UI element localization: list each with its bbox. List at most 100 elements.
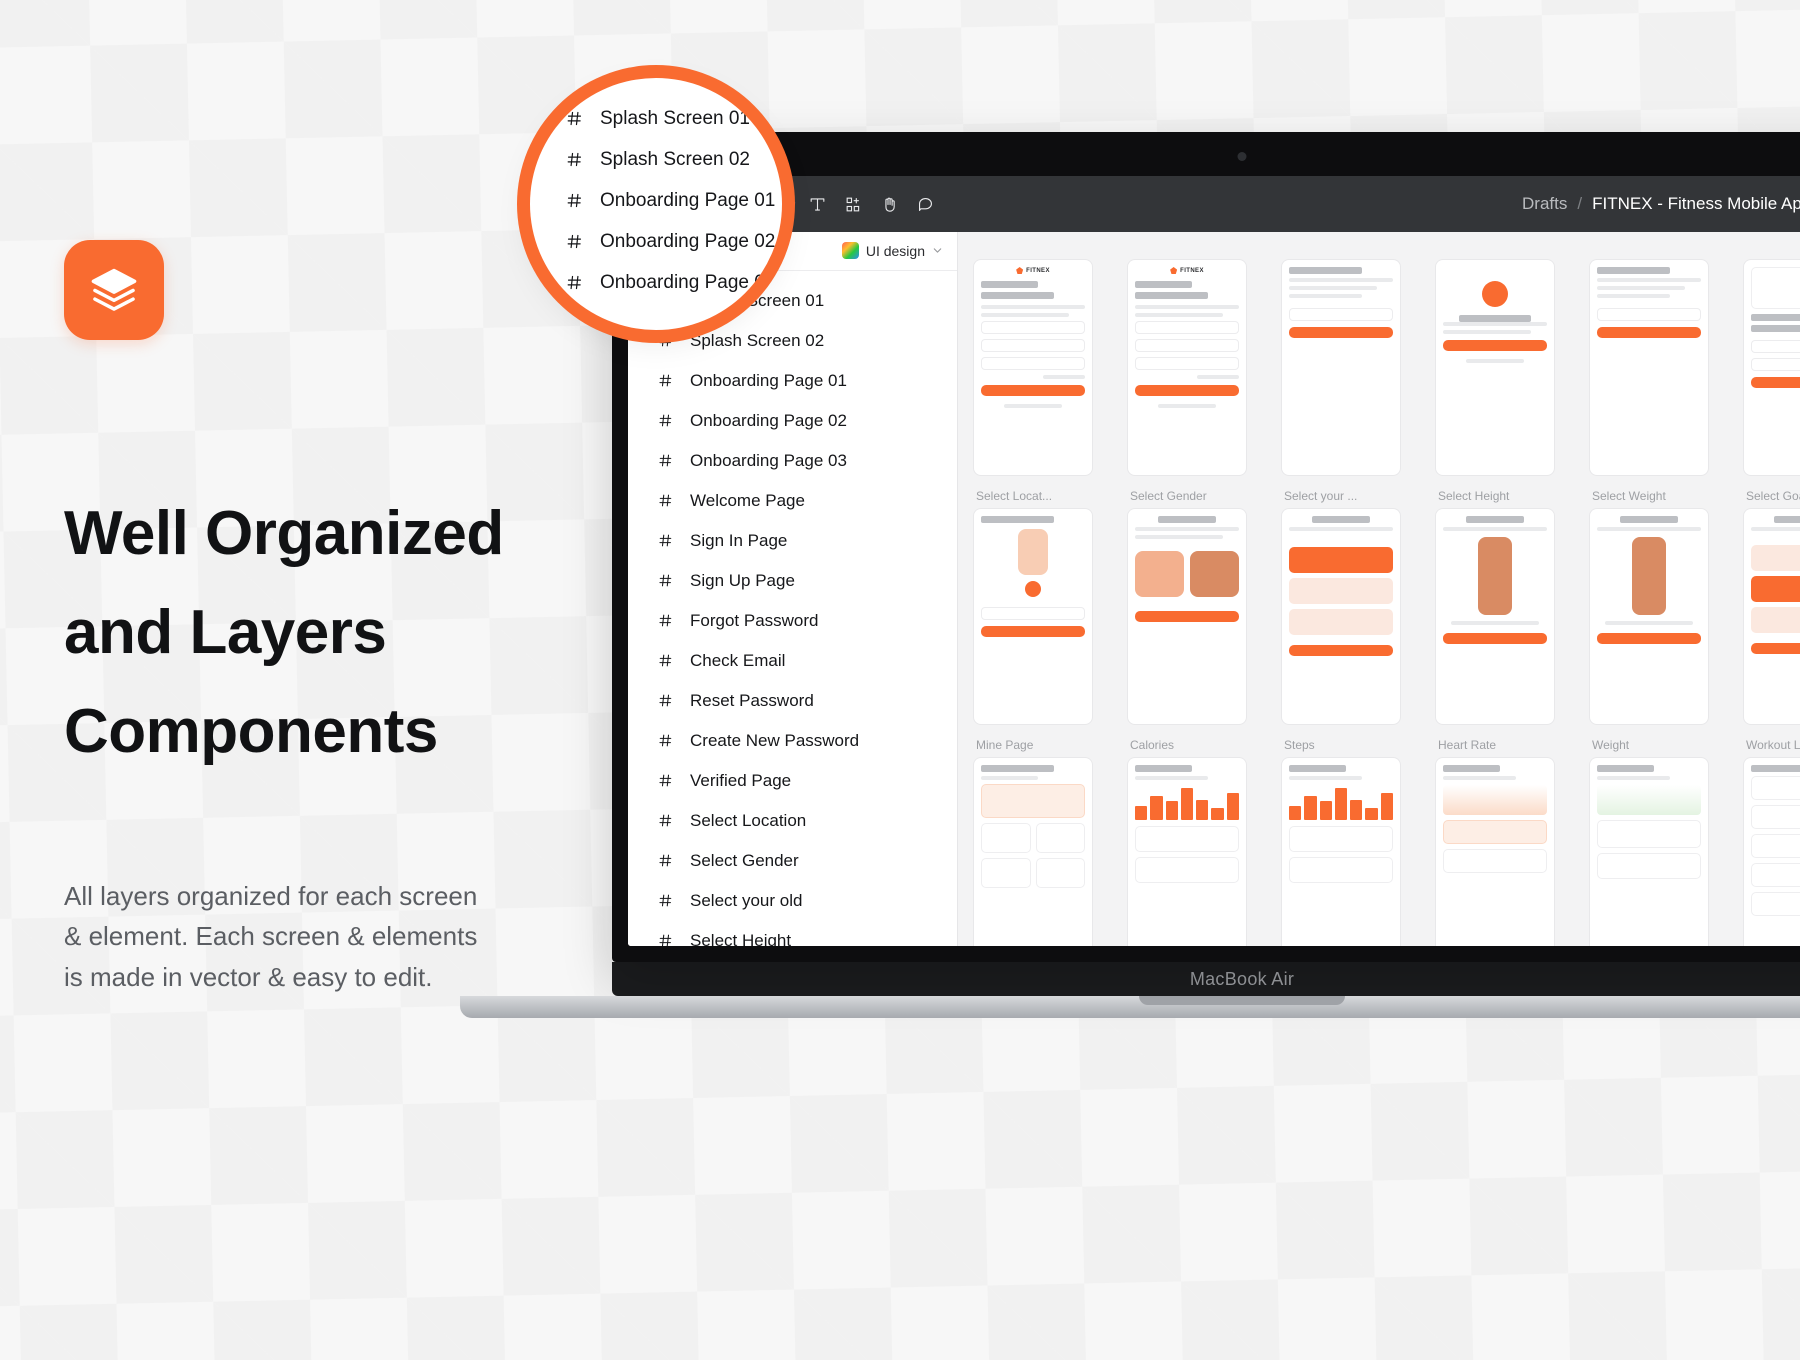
frame-label[interactable] xyxy=(976,240,1092,255)
layer-label: Onboarding Page 03 xyxy=(690,450,847,470)
magnified-layer-label: Onboarding Page 03 xyxy=(600,271,776,293)
layer-row[interactable]: Onboarding Page 03 xyxy=(628,441,957,481)
breadcrumb-file-name[interactable]: FITNEX - Fitness Mobile Ap... xyxy=(1592,194,1800,214)
pen-tool-caret-icon[interactable] xyxy=(784,199,798,210)
layer-list[interactable]: Splash Screen 01 Splash Screen 02 Onboardi… xyxy=(628,271,957,946)
canvas-frame-column xyxy=(1436,240,1554,475)
layer-label: Verified Page xyxy=(690,770,792,790)
canvas-frame[interactable] xyxy=(974,509,1092,724)
canvas-frame[interactable] xyxy=(1282,758,1400,946)
laptop-bottom-bezel: MacBook Air xyxy=(612,962,1800,996)
canvas-frame-row: FITNEX FITNEX xyxy=(974,240,1800,475)
canvas-frame-column: FITNEX xyxy=(974,240,1092,475)
layer-row[interactable]: Check Email xyxy=(628,641,957,681)
canvas-frame-column: Heart Rate xyxy=(1436,738,1554,946)
page-color-icon xyxy=(841,242,859,260)
frame-label[interactable]: Select Weight xyxy=(1592,489,1708,504)
frame-label[interactable] xyxy=(1284,240,1400,255)
magnified-layer-row: Splash Screen 02 xyxy=(530,139,782,180)
layer-row[interactable]: Onboarding Page 01 xyxy=(628,361,957,401)
frame-hash-icon xyxy=(658,693,674,708)
frame-label[interactable]: Select your ... xyxy=(1284,489,1400,504)
layer-row[interactable]: Select Height xyxy=(628,921,957,946)
canvas-frame[interactable] xyxy=(1436,758,1554,946)
layer-row[interactable]: Forgot Password xyxy=(628,601,957,641)
comment-tool-button[interactable] xyxy=(908,187,942,221)
frame-label[interactable] xyxy=(1746,240,1800,255)
canvas-frame[interactable] xyxy=(974,758,1092,946)
layer-row[interactable]: Sign Up Page xyxy=(628,561,957,601)
page-description: All layers organized for each screen & e… xyxy=(64,876,624,998)
layer-row[interactable]: Verified Page xyxy=(628,761,957,801)
layer-row[interactable]: Create New Password xyxy=(628,721,957,761)
canvas-frame-column: Select Weight xyxy=(1590,489,1708,724)
page-selector-label: UI design xyxy=(865,242,925,259)
text-tool-button[interactable] xyxy=(800,187,834,221)
layer-label: Splash Screen 02 xyxy=(690,330,825,350)
canvas-frame[interactable] xyxy=(1590,509,1708,724)
frame-label[interactable]: Weight xyxy=(1592,738,1708,753)
magnifier-lens: Splash Screen 01 Splash Screen 02 Onboardi… xyxy=(530,78,782,330)
layer-label: Sign Up Page xyxy=(690,570,795,590)
layer-row[interactable]: Reset Password xyxy=(628,681,957,721)
layer-row[interactable]: Onboarding Page 02 xyxy=(628,401,957,441)
frame-label[interactable]: Select Gender xyxy=(1130,489,1246,504)
canvas-frame[interactable]: FITNEX xyxy=(974,260,1092,475)
description-line-3: is made in vector & easy to edit. xyxy=(64,961,433,992)
frame-label[interactable]: Heart Rate xyxy=(1438,738,1554,753)
description-line-2: & element. Each screen & elements xyxy=(64,921,478,952)
description-line-1: All layers organized for each screen xyxy=(64,880,478,911)
canvas-frame[interactable]: FITNEX xyxy=(1128,260,1246,475)
canvas-frame[interactable] xyxy=(1282,509,1400,724)
magnified-layer-label: Splash Screen 02 xyxy=(600,148,750,170)
laptop-base xyxy=(460,996,1800,1018)
canvas-frame[interactable] xyxy=(1744,758,1800,946)
layer-row[interactable]: Sign In Page xyxy=(628,521,957,561)
frame-hash-icon xyxy=(658,533,674,548)
magnified-layer-row: Onboarding Page 03 xyxy=(530,262,782,303)
frame-label[interactable]: Select Goal xyxy=(1746,489,1800,504)
frame-label[interactable]: Mine Page xyxy=(976,738,1092,753)
frame-hash-icon xyxy=(658,413,674,428)
magnified-layer-row: Onboarding Page 02 xyxy=(530,221,782,262)
canvas-frame[interactable] xyxy=(1744,260,1800,475)
canvas-frame-column: Select your ... xyxy=(1282,489,1400,724)
breadcrumb-project[interactable]: Drafts xyxy=(1522,194,1567,214)
canvas-frame[interactable] xyxy=(1590,260,1708,475)
component-tool-button[interactable] xyxy=(836,187,870,221)
hand-tool-button[interactable] xyxy=(872,187,906,221)
canvas-frame-row: Select Locat... Select Gender Select your … xyxy=(974,489,1800,724)
frame-hash-icon xyxy=(566,151,582,168)
layer-row[interactable]: Select Gender xyxy=(628,841,957,881)
frame-label[interactable]: Select Locat... xyxy=(976,489,1092,504)
canvas-frame-column: Select Goal xyxy=(1744,489,1800,724)
layer-row[interactable]: Welcome Page xyxy=(628,481,957,521)
page-selector[interactable]: UI design xyxy=(841,242,943,260)
layer-label: Onboarding Page 01 xyxy=(690,370,847,390)
laptop-model-label: MacBook Air xyxy=(1189,968,1295,989)
magnified-layer-list: Splash Screen 01 Splash Screen 02 Onboardi… xyxy=(530,78,782,330)
frame-label[interactable]: Select Height xyxy=(1438,489,1554,504)
canvas-frame[interactable] xyxy=(1436,509,1554,724)
figma-canvas[interactable]: FITNEX FITNEX Select Locat... Select Gender… xyxy=(958,232,1800,946)
canvas-frame[interactable] xyxy=(1128,509,1246,724)
canvas-frame[interactable] xyxy=(1128,758,1246,946)
frame-label[interactable] xyxy=(1130,240,1246,255)
canvas-frame[interactable] xyxy=(1590,758,1708,946)
canvas-frame[interactable] xyxy=(1436,260,1554,475)
frame-label[interactable] xyxy=(1592,240,1708,255)
frame-label[interactable] xyxy=(1438,240,1554,255)
page-title: Well Organized and Layers Components xyxy=(64,484,664,782)
layer-row[interactable]: Select Location xyxy=(628,801,957,841)
frame-label[interactable]: Workout Le... xyxy=(1746,738,1800,753)
canvas-frame-column: Select Height xyxy=(1436,489,1554,724)
frame-label[interactable]: Steps xyxy=(1284,738,1400,753)
canvas-frame[interactable] xyxy=(1282,260,1400,475)
magnified-layer-label: Onboarding Page 02 xyxy=(600,230,776,252)
frame-hash-icon xyxy=(658,773,674,788)
canvas-frame-row: Mine Page Calories Steps Heart Rate Weight Wo… xyxy=(974,738,1800,946)
layer-row[interactable]: Select your old xyxy=(628,881,957,921)
canvas-frame[interactable] xyxy=(1744,509,1800,724)
chevron-down-icon xyxy=(932,243,943,259)
frame-label[interactable]: Calories xyxy=(1130,738,1246,753)
